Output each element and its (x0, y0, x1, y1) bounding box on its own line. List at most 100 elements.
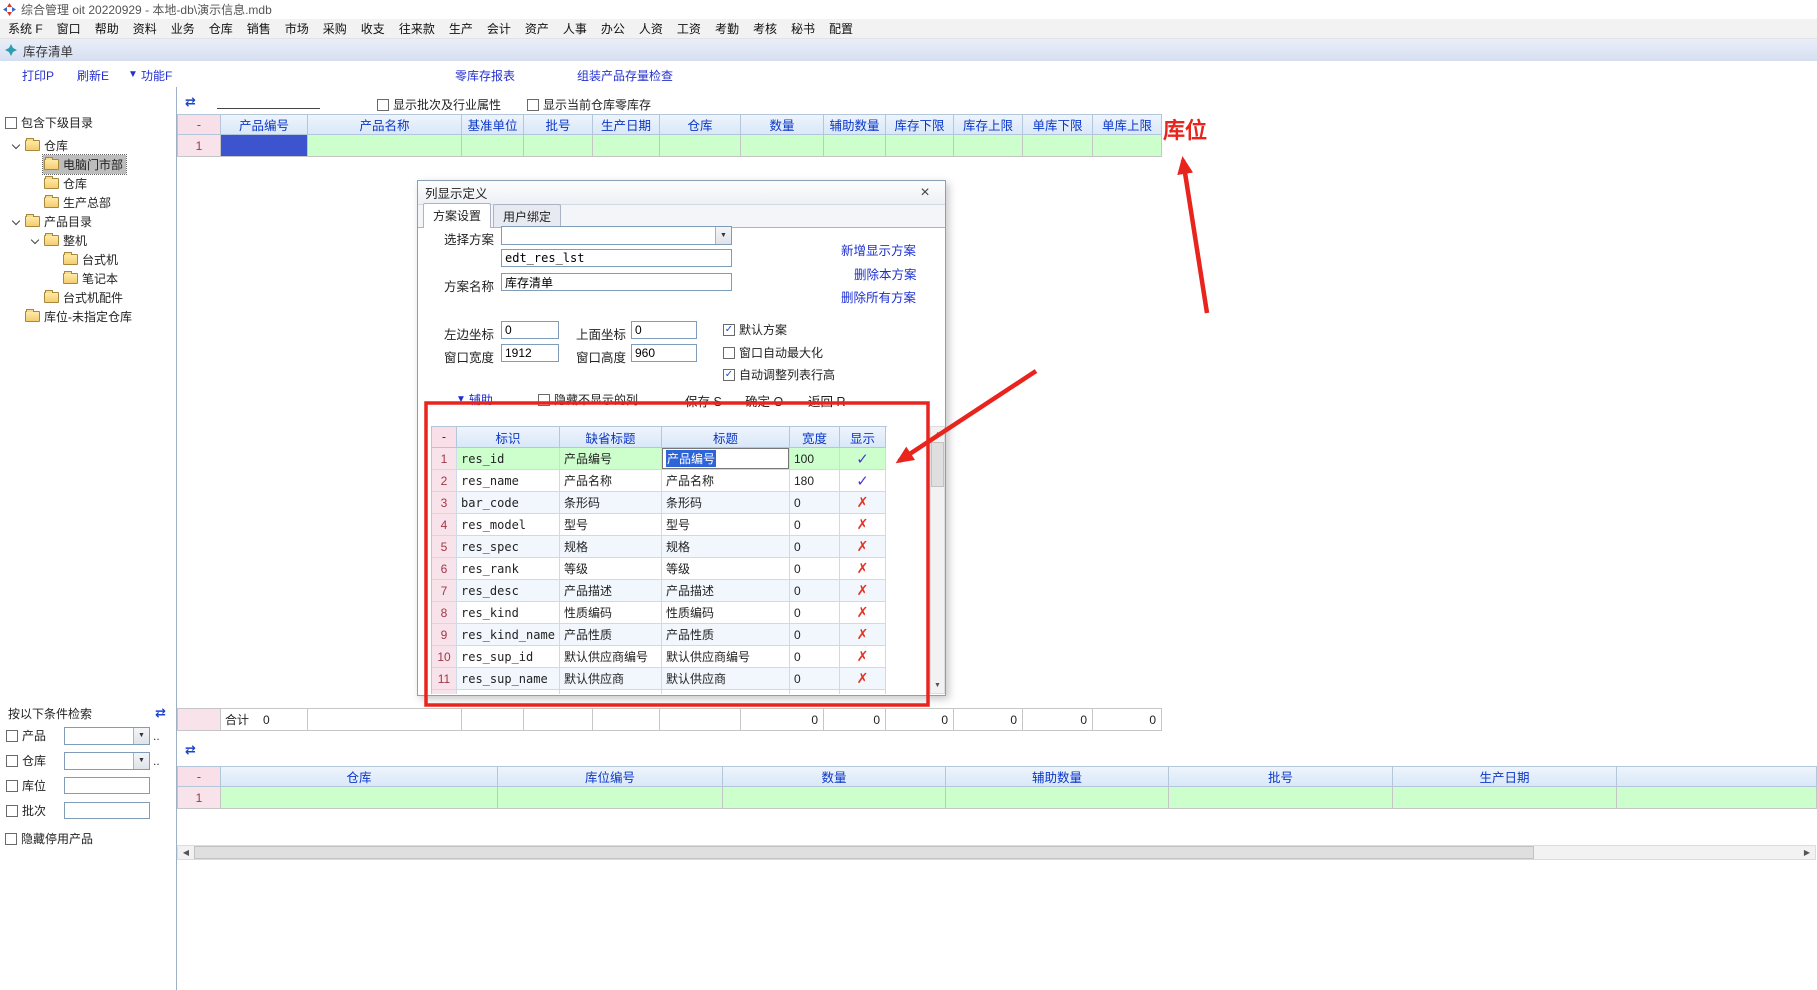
default-title-cell[interactable]: 型号 (560, 514, 662, 536)
menu-item[interactable]: 人事 (556, 17, 594, 40)
chevron-down-icon[interactable] (29, 234, 43, 248)
default-title-cell[interactable]: 规格 (560, 536, 662, 558)
dialog-grid-row[interactable]: 5res_spec规格规格0✗ (432, 536, 887, 558)
scrollbar-thumb[interactable] (931, 442, 944, 487)
dialog-grid-row[interactable]: 3bar_code条形码条形码0✗ (432, 492, 887, 514)
show-flag-cell[interactable]: ✗ (840, 492, 886, 514)
main-table-row[interactable]: 1 (178, 135, 1162, 157)
menu-item[interactable]: 生产 (442, 17, 480, 40)
search-select-仓库[interactable]: ▼ (64, 752, 150, 770)
menu-item[interactable]: 仓库 (202, 17, 240, 40)
detail-cell[interactable] (1169, 787, 1393, 809)
menu-item[interactable]: 工资 (670, 17, 708, 40)
show-flag-cell[interactable]: ✗ (840, 558, 886, 580)
width-cell[interactable]: 0 (790, 580, 840, 602)
zero-stock-report-link[interactable]: 零库存报表 (455, 67, 515, 84)
field-id-cell[interactable]: res_model (457, 514, 560, 536)
field-id-cell[interactable]: res_spec (457, 536, 560, 558)
main-col-header[interactable]: 仓库 (660, 114, 741, 135)
chevron-down-icon[interactable] (10, 139, 24, 153)
main-col-header[interactable]: 辅助数量 (824, 114, 886, 135)
menu-item[interactable]: 会计 (480, 17, 518, 40)
swap-icon[interactable]: ⇄ (185, 742, 196, 758)
scroll-right-icon[interactable]: ▶ (1799, 846, 1815, 859)
main-col-header[interactable]: 单库下限 (1023, 114, 1093, 135)
table-cell[interactable] (886, 135, 954, 157)
table-cell[interactable] (741, 135, 824, 157)
dialog-row-number[interactable]: 9 (432, 624, 457, 646)
show-flag-cell[interactable]: ✗ (840, 580, 886, 602)
print-button[interactable]: 打印P (22, 67, 54, 84)
auto-maximize-checkbox[interactable]: 窗口自动最大化 (723, 344, 823, 361)
field-id-cell[interactable]: res_sup_name (457, 668, 560, 690)
show-batch-checkbox[interactable]: 显示批次及行业属性 (377, 96, 501, 113)
dialog-col-header[interactable]: 缺省标题 (560, 427, 662, 448)
detail-col-header[interactable]: 数量 (723, 766, 946, 787)
show-flag-cell[interactable]: ✗ (840, 602, 886, 624)
main-col-header[interactable]: 批号 (524, 114, 593, 135)
dialog-grid-row[interactable]: 2res_name产品名称产品名称180✓ (432, 470, 887, 492)
width-cell[interactable]: 0 (790, 624, 840, 646)
dialog-row-number[interactable]: 3 (432, 492, 457, 514)
title-cell[interactable]: 默认供应商 (662, 668, 790, 690)
show-flag-cell[interactable]: ✓ (840, 470, 886, 492)
width-cell[interactable]: 100 (790, 448, 840, 470)
title-cell[interactable]: 默认供应商编号 (662, 646, 790, 668)
detail-cell[interactable] (723, 787, 946, 809)
main-col-header[interactable]: 生产日期 (593, 114, 660, 135)
dialog-row-number[interactable]: 4 (432, 514, 457, 536)
menu-item[interactable]: 资产 (518, 17, 556, 40)
table-cell[interactable] (308, 135, 462, 157)
menu-item[interactable]: 秘书 (784, 17, 822, 40)
window-height-input[interactable] (631, 344, 697, 362)
field-id-cell[interactable]: bar_code (457, 492, 560, 514)
title-edit-cell[interactable]: 产品编号 (662, 448, 790, 470)
show-flag-cell[interactable]: ✗ (840, 646, 886, 668)
dialog-col-header[interactable]: - (432, 427, 457, 448)
menu-item[interactable]: 市场 (278, 17, 316, 40)
main-col-header[interactable]: 产品名称 (308, 114, 462, 135)
row-number[interactable]: 1 (178, 135, 221, 157)
detail-cell[interactable] (1617, 787, 1817, 809)
detail-row-number[interactable]: 1 (178, 787, 221, 809)
dialog-col-header[interactable]: 标识 (457, 427, 560, 448)
dialog-col-header[interactable]: 宽度 (790, 427, 840, 448)
width-cell[interactable]: 180 (790, 470, 840, 492)
menu-item[interactable]: 窗口 (50, 17, 88, 40)
main-col-header[interactable]: 单库上限 (1093, 114, 1162, 135)
default-title-cell[interactable]: 默认供应商 (560, 668, 662, 690)
dialog-row-number[interactable]: 8 (432, 602, 457, 624)
tab-scheme-settings[interactable]: 方案设置 (423, 203, 491, 228)
table-cell[interactable] (593, 135, 660, 157)
scrollbar-thumb[interactable] (194, 846, 1534, 859)
dialog-grid-row[interactable]: 11res_sup_name默认供应商默认供应商0✗ (432, 668, 887, 690)
width-cell[interactable]: 0 (790, 536, 840, 558)
dialog-row-number[interactable]: 1 (432, 448, 457, 470)
show-zero-stock-checkbox[interactable]: 显示当前仓库零库存 (527, 96, 651, 113)
dialog-col-header[interactable]: 标题 (662, 427, 790, 448)
detail-table-row[interactable]: 1 (178, 787, 1817, 809)
field-id-cell[interactable]: res_rank (457, 558, 560, 580)
menu-item[interactable]: 配置 (822, 17, 860, 40)
search-input-库位[interactable] (64, 777, 150, 794)
tree-item-生产总部[interactable]: 生产总部 (0, 193, 175, 212)
dialog-row-number[interactable]: 6 (432, 558, 457, 580)
detail-cell[interactable] (221, 787, 498, 809)
dialog-grid-row[interactable]: 10res_sup_id默认供应商编号默认供应商编号0✗ (432, 646, 887, 668)
field-id-cell[interactable]: res_kind_name (457, 624, 560, 646)
field-id-cell[interactable]: res_name (457, 470, 560, 492)
menu-item[interactable]: 考勤 (708, 17, 746, 40)
return-button[interactable]: 返回 R (808, 391, 846, 410)
main-col-header[interactable]: 基准单位 (462, 114, 524, 135)
search-checkbox-产品[interactable]: 产品 (6, 727, 64, 744)
browse-dots[interactable]: .. (153, 729, 160, 743)
window-width-input[interactable] (501, 344, 559, 362)
title-cell[interactable]: 产品描述 (662, 580, 790, 602)
refresh-button[interactable]: 刷新E (77, 67, 109, 84)
dialog-grid-row[interactable]: 7res_desc产品描述产品描述0✗ (432, 580, 887, 602)
scroll-left-icon[interactable]: ◀ (178, 846, 194, 859)
dialog-grid-row[interactable]: 8res_kind性质编码性质编码0✗ (432, 602, 887, 624)
main-col-header[interactable]: 库存下限 (886, 114, 954, 135)
detail-col-header[interactable]: 生产日期 (1393, 766, 1617, 787)
dialog-grid-row[interactable]: 6res_rank等级等级0✗ (432, 558, 887, 580)
